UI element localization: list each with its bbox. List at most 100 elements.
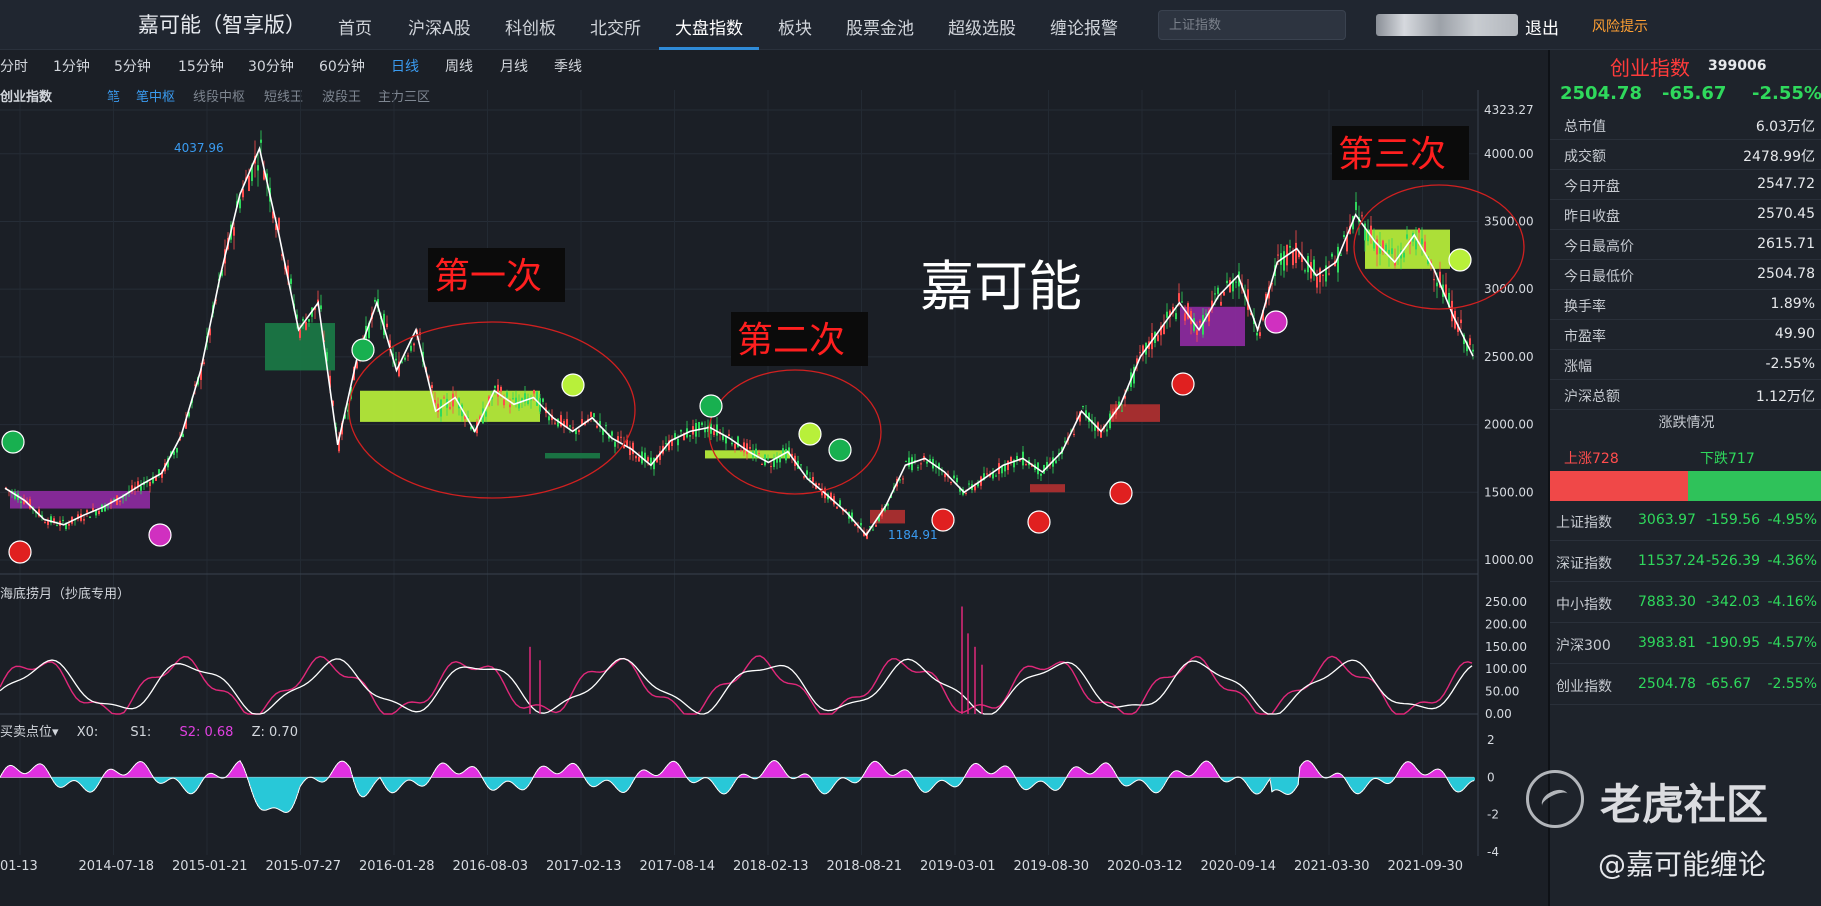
candle-body	[1436, 282, 1438, 287]
candle-body	[533, 389, 535, 394]
candle-body	[677, 438, 679, 446]
candle-body	[239, 199, 241, 209]
y-tick-label: 3500.00	[1484, 214, 1534, 228]
candle-body	[716, 424, 718, 436]
x-tick-label: 2018-08-21	[827, 859, 903, 874]
risk-warning-link[interactable]: 风险提示	[1592, 16, 1648, 36]
sub2-title[interactable]: 买卖点位▾ X0: S1: S2: 0.68 Z: 0.70	[0, 721, 298, 740]
index-row[interactable]: 中小指数 7883.30 -342.03 -4.16%	[1550, 583, 1821, 623]
x-tick-label: 2017-08-14	[640, 859, 716, 874]
index-change: -342.03	[1706, 594, 1761, 610]
candle-body	[278, 218, 280, 230]
candle-body	[182, 434, 184, 437]
candle-body	[908, 457, 910, 467]
stat-value: 2547.72	[1757, 176, 1815, 192]
candle-body	[689, 435, 691, 437]
candle-body	[917, 467, 919, 469]
index-row[interactable]: 深证指数 11537.24 -526.39 -4.36%	[1550, 542, 1821, 582]
stat-key: 今日最低价	[1564, 269, 1634, 285]
sell-point-3-icon	[351, 338, 375, 362]
candle-body	[665, 443, 667, 445]
candle-body	[818, 483, 820, 485]
index-row[interactable]: 上证指数 3063.97 -159.56 -4.95%	[1550, 501, 1821, 541]
stat-row: 总市值 6.03万亿	[1550, 110, 1821, 140]
stat-key: 今日最高价	[1564, 239, 1634, 255]
candle-body	[968, 483, 970, 485]
index-pct: -4.16%	[1767, 594, 1817, 610]
candle-body	[149, 481, 151, 487]
nav-item-6[interactable]: 股票金池	[846, 14, 914, 39]
stat-row: 成交额 2478.99亿	[1550, 140, 1821, 170]
buy-point-3-icon	[931, 508, 955, 532]
stat-row: 市盈率 49.90	[1550, 320, 1821, 350]
stat-key: 成交额	[1564, 149, 1606, 165]
y-tick-label: 4323.27	[1484, 103, 1534, 117]
candle-body	[1184, 313, 1186, 321]
sell-point-3-icon	[561, 373, 585, 397]
index-price: 11537.24	[1638, 553, 1705, 569]
stat-value: -2.55%	[1765, 356, 1815, 372]
main-chart[interactable]: 1000.00 1500.00 2000.00 2500.00 3000.00 3500.…	[0, 50, 1548, 906]
candle-body	[1328, 273, 1330, 275]
candle-body	[203, 362, 205, 364]
candle-body	[1196, 330, 1198, 335]
x-tick-label: 2020-09-14	[1201, 859, 1277, 874]
candle-body	[233, 227, 235, 236]
nav-item-4[interactable]: 大盘指数	[675, 14, 743, 39]
candle-body	[395, 358, 397, 361]
candle-body	[176, 447, 178, 453]
candle-body	[713, 431, 715, 435]
up-count-label: 上涨728	[1564, 451, 1619, 467]
sell-point-3-icon	[798, 422, 822, 446]
logout-button[interactable]: 退出	[1525, 14, 1559, 39]
avatar[interactable]	[1376, 14, 1518, 36]
candle-body	[1121, 410, 1123, 412]
search-input[interactable]	[1158, 10, 1346, 40]
nav-item-5[interactable]: 板块	[778, 14, 812, 39]
candle-body	[1106, 429, 1108, 432]
candle-body	[68, 523, 70, 526]
stat-value: 2570.45	[1757, 206, 1815, 222]
stat-row: 今日开盘 2547.72	[1550, 170, 1821, 200]
tiger-logo-icon	[1526, 770, 1584, 828]
candle-body	[836, 506, 838, 509]
nav-item-0[interactable]: 首页	[338, 14, 372, 39]
candle-body	[1229, 279, 1231, 293]
candle-body	[1010, 456, 1012, 462]
brand-title[interactable]: 嘉可能（智享版）	[138, 9, 306, 39]
y-tick-label: 1000.00	[1484, 553, 1534, 567]
candle-body	[449, 406, 451, 409]
nav-item-8[interactable]: 缠论报警	[1050, 14, 1118, 39]
candle-body	[1418, 228, 1420, 233]
candle-body	[1175, 313, 1177, 320]
candle-body	[536, 391, 538, 406]
index-row[interactable]: 创业指数 2504.78 -65.67 -2.55%	[1550, 665, 1821, 705]
x-tick-label: 2020-03-12	[1107, 859, 1183, 874]
candle-body	[572, 427, 574, 429]
side-price: 2504.78	[1560, 83, 1642, 104]
candle-body	[506, 392, 508, 398]
candle-body	[770, 466, 772, 468]
x-tick-label: 2015-07-27	[266, 859, 342, 874]
candle-body	[728, 434, 730, 436]
nav-item-1[interactable]: 沪深A股	[408, 14, 471, 39]
nav-item-7[interactable]: 超级选股	[948, 14, 1016, 39]
nav-item-3[interactable]: 北交所	[590, 14, 641, 39]
index-name: 上证指数	[1556, 515, 1612, 531]
candle-body	[926, 461, 928, 464]
nav-item-2[interactable]: 科创板	[505, 14, 556, 39]
chevron-down-icon: ▾	[52, 725, 59, 740]
candle-body	[806, 470, 808, 475]
candle-body	[431, 385, 433, 389]
candle-body	[554, 422, 556, 424]
sub1-line-magenta	[0, 655, 1473, 715]
candle-body	[1319, 268, 1321, 283]
candle-body	[1019, 460, 1021, 462]
x-tick-label: 2021-09-30	[1388, 859, 1464, 874]
x-tick-label: 2014-07-18	[79, 859, 155, 874]
watermark-center: 嘉可能	[920, 255, 1082, 318]
index-row[interactable]: 沪深300 3983.81 -190.95 -4.57%	[1550, 624, 1821, 664]
candle-body	[1406, 234, 1408, 239]
candle-body	[83, 519, 85, 521]
buy-point-3-icon	[1109, 481, 1133, 505]
